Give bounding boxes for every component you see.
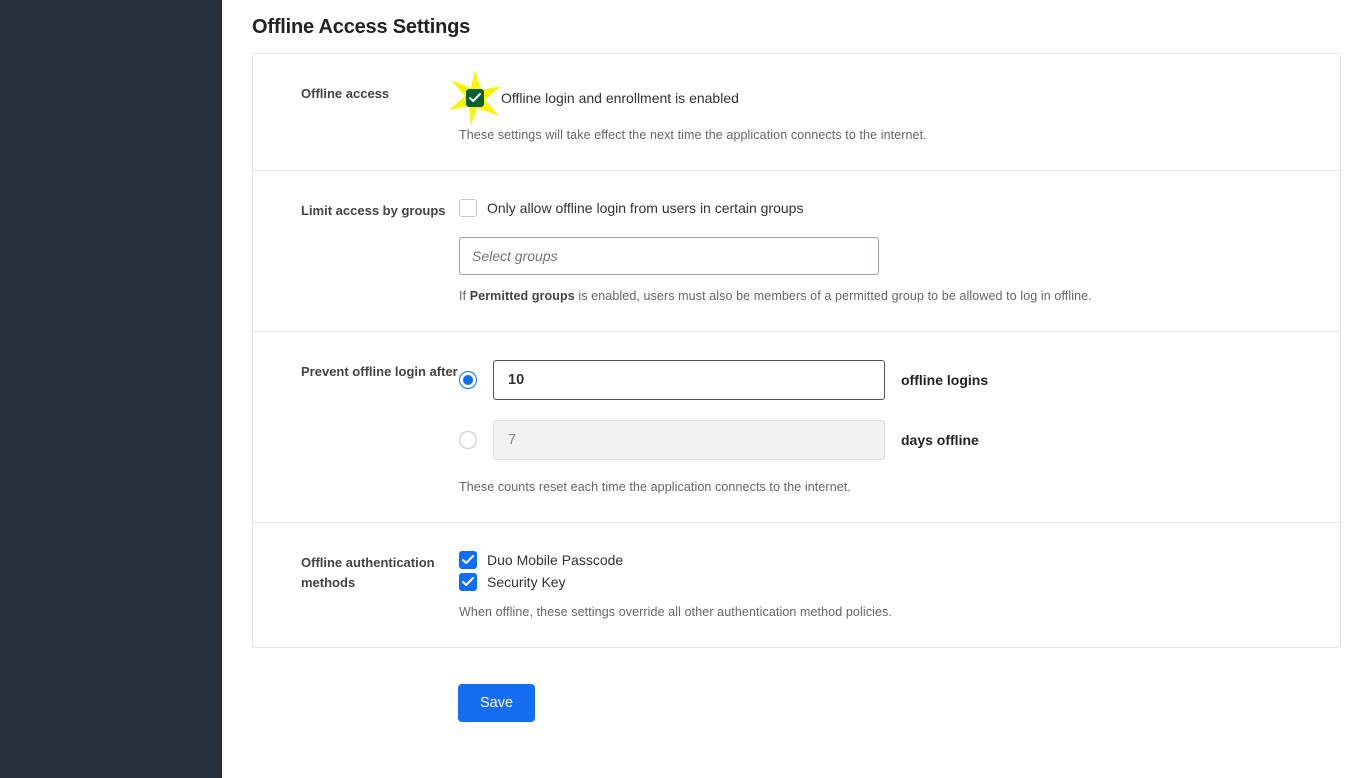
prevent-after-days-radio[interactable] [459, 431, 477, 449]
sidebar [0, 0, 222, 778]
security-key-checkbox[interactable] [459, 573, 477, 591]
check-icon [469, 93, 481, 103]
limit-groups-checkbox-label: Only allow offline login from users in c… [487, 200, 803, 216]
offline-logins-input[interactable] [493, 360, 885, 400]
section-label-auth-methods: Offline authentication methods [301, 551, 459, 619]
check-icon [462, 555, 474, 565]
section-offline-access: Offline access Offline login and enrol [253, 54, 1340, 171]
section-limit-groups: Limit access by groups Only allow offlin… [253, 171, 1340, 332]
days-offline-suffix: days offline [901, 432, 979, 448]
offline-access-checkbox-label: Offline login and enrollment is enabled [501, 90, 739, 106]
save-button[interactable]: Save [458, 684, 535, 722]
security-key-label: Security Key [487, 574, 566, 590]
duo-mobile-passcode-checkbox[interactable] [459, 551, 477, 569]
section-label-prevent-after: Prevent offline login after [301, 360, 459, 494]
section-label-offline-access: Offline access [301, 82, 459, 142]
section-label-limit-groups: Limit access by groups [301, 199, 459, 303]
offline-access-checkbox[interactable] [466, 89, 484, 107]
offline-logins-suffix: offline logins [901, 372, 988, 388]
auth-methods-helper: When offline, these settings override al… [459, 605, 1312, 619]
main-content: Offline Access Settings Offline access [222, 0, 1371, 778]
settings-panel: Offline access Offline login and enrol [252, 53, 1341, 648]
section-auth-methods: Offline authentication methods Duo Mobil… [253, 523, 1340, 647]
prevent-after-helper: These counts reset each time the applica… [459, 480, 1312, 494]
limit-groups-helper: If Permitted groups is enabled, users mu… [459, 289, 1312, 303]
days-offline-input[interactable] [493, 420, 885, 460]
select-groups-input[interactable] [459, 237, 879, 275]
check-icon [462, 577, 474, 587]
section-prevent-after: Prevent offline login after offline logi… [253, 332, 1340, 523]
helper-suffix: is enabled, users must also be members o… [575, 289, 1092, 303]
helper-prefix: If [459, 289, 470, 303]
page-title: Offline Access Settings [252, 16, 1341, 39]
duo-mobile-passcode-label: Duo Mobile Passcode [487, 552, 623, 568]
helper-bold: Permitted groups [470, 289, 575, 303]
offline-access-helper: These settings will take effect the next… [459, 128, 1312, 142]
prevent-after-logins-radio[interactable] [459, 371, 477, 389]
limit-groups-checkbox[interactable] [459, 199, 477, 217]
